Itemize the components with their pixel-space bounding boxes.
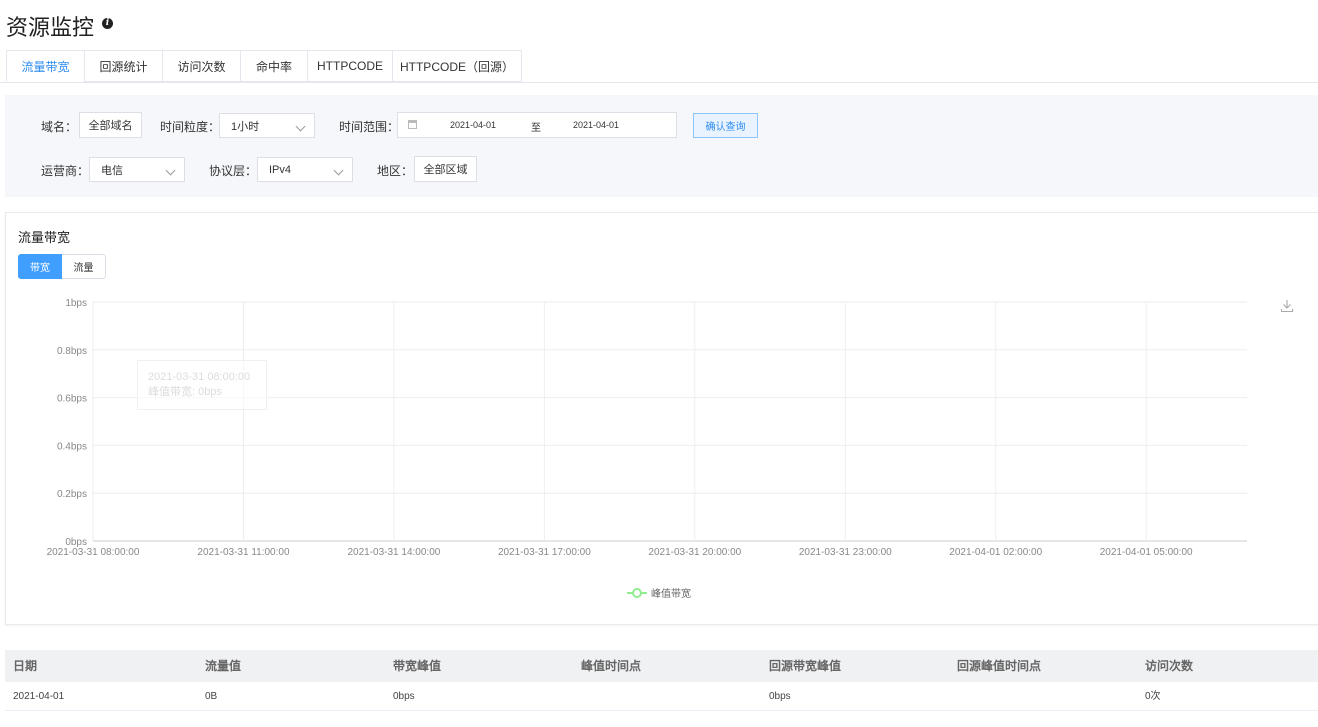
metric-toggle: 带宽 流量	[18, 254, 106, 279]
tab-divider	[0, 82, 1318, 83]
table-header-cell: 回源峰值时间点	[957, 659, 1042, 673]
x-tick-label: 2021-03-31 08:00:00	[47, 547, 140, 558]
confirm-query-button[interactable]: 确认查询	[693, 113, 758, 138]
chevron-down-icon	[165, 165, 176, 176]
isp-label: 运营商：	[41, 164, 90, 178]
chevron-down-icon	[333, 165, 344, 176]
x-tick-label: 2021-04-01 02:00:00	[949, 547, 1042, 558]
table-header-cell: 日期	[13, 659, 38, 673]
legend-marker	[632, 588, 642, 598]
tab-bandwidth[interactable]: 流量带宽	[6, 50, 84, 82]
toggle-bandwidth[interactable]: 带宽	[18, 254, 62, 279]
page-title-text: 资源监控	[6, 15, 95, 40]
tab-visits[interactable]: 访问次数	[162, 50, 240, 82]
protocol-label: 协议层：	[209, 164, 258, 178]
tab-hit-rate[interactable]: 命中率	[240, 50, 307, 82]
tab-httpcode[interactable]: HTTPCODE	[307, 50, 392, 82]
region-button[interactable]: 全部区域	[414, 156, 477, 182]
range-separator: 至	[531, 123, 541, 134]
granularity-select[interactable]: 1小时	[219, 113, 315, 138]
table-header-cell: 峰值时间点	[581, 659, 642, 673]
table-header-cell: 访问次数	[1145, 659, 1194, 673]
protocol-value: IPv4	[269, 163, 292, 176]
x-tick-label: 2021-03-31 20:00:00	[648, 547, 741, 558]
table-header-cell: 流量值	[205, 659, 242, 673]
y-tick-label: 0.6bps	[57, 394, 87, 405]
table-header	[5, 650, 1318, 682]
domain-button[interactable]: 全部域名	[79, 112, 142, 138]
filter-panel	[5, 95, 1318, 197]
legend-label: 峰值带宽	[651, 587, 691, 600]
table-cell: 0bps	[769, 691, 791, 702]
isp-select[interactable]: 电信	[89, 157, 185, 182]
isp-value: 电信	[101, 164, 123, 177]
table-cell: 0bps	[393, 691, 415, 702]
panel-title: 流量带宽	[18, 230, 71, 245]
x-tick-label: 2021-03-31 17:00:00	[498, 547, 591, 558]
granularity-label: 时间粒度：	[160, 120, 221, 134]
bandwidth-chart: 0bps0.2bps0.4bps0.6bps0.8bps1bps2021-03-…	[47, 298, 1247, 600]
table-cell: 0B	[205, 691, 218, 702]
range-start[interactable]: 2021-04-01	[450, 120, 496, 130]
range-label: 时间范围：	[339, 120, 400, 134]
table-cell: 0次	[1145, 691, 1161, 702]
y-tick-label: 0.4bps	[57, 441, 87, 452]
granularity-value: 1小时	[231, 120, 260, 133]
y-tick-label: 1bps	[65, 298, 87, 309]
x-tick-label: 2021-03-31 14:00:00	[347, 547, 440, 558]
calendar-icon	[408, 120, 417, 129]
region-label: 地区：	[377, 164, 414, 178]
x-tick-label: 2021-04-01 05:00:00	[1100, 547, 1193, 558]
chart-tooltip: 2021-03-31 08:00:00 峰值带宽: 0bps	[137, 360, 267, 410]
domain-label: 域名：	[41, 120, 78, 134]
toggle-traffic[interactable]: 流量	[62, 254, 106, 279]
y-tick-label: 0.8bps	[57, 346, 87, 357]
table-cell: 2021-04-01	[13, 691, 65, 702]
table-header-cell: 回源带宽峰值	[769, 659, 842, 673]
table-row-divider	[5, 710, 1318, 711]
info-icon[interactable]: i	[102, 17, 114, 29]
x-tick-label: 2021-03-31 23:00:00	[799, 547, 892, 558]
chevron-down-icon	[295, 121, 306, 132]
tab-httpcode-origin[interactable]: HTTPCODE（回源）	[392, 50, 522, 82]
tab-bar: 流量带宽 回源统计 访问次数 命中率 HTTPCODE HTTPCODE（回源）	[6, 50, 522, 82]
range-end[interactable]: 2021-04-01	[573, 120, 619, 130]
table-header-cell: 带宽峰值	[393, 659, 442, 673]
tooltip-time: 2021-03-31 08:00:00	[148, 371, 251, 383]
tab-origin-stats[interactable]: 回源统计	[84, 50, 162, 82]
protocol-select[interactable]: IPv4	[257, 157, 353, 182]
y-tick-label: 0.2bps	[57, 489, 87, 500]
page-title: 资源监控 i	[6, 10, 114, 42]
x-tick-label: 2021-03-31 11:00:00	[197, 547, 290, 558]
tooltip-value: 峰值带宽: 0bps	[148, 386, 222, 398]
date-range-picker[interactable]: 2021-04-01 至 2021-04-01	[397, 112, 677, 138]
